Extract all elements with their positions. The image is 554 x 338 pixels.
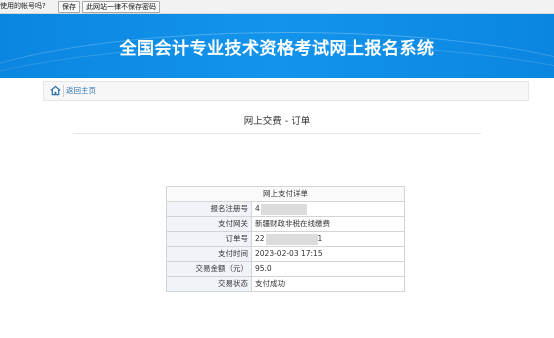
payment-gateway-value: 新疆财政非税在线缴费 bbox=[251, 216, 405, 232]
breadcrumb: 返回主页 bbox=[43, 81, 529, 101]
order-number-label: 订单号 bbox=[166, 231, 252, 247]
order-number-value: 22 1 bbox=[251, 231, 405, 247]
registration-number-value: 4 bbox=[251, 201, 405, 217]
never-save-password-button[interactable]: 此网站一律不保存密码 bbox=[82, 1, 160, 13]
amount-value: 95.0 bbox=[251, 261, 405, 277]
table-caption: 网上支付详单 bbox=[166, 186, 405, 202]
table-row: 支付时间 2023-02-03 17:15 bbox=[166, 246, 405, 262]
table-row: 报名注册号 4 bbox=[166, 201, 405, 217]
redaction-mask bbox=[265, 233, 318, 245]
site-title: 全国会计专业技术资格考试网上报名系统 bbox=[119, 39, 435, 59]
password-bar-message: 使用的帐号吗? bbox=[0, 2, 46, 10]
order-number-text: 22 bbox=[255, 234, 265, 243]
table-row: 交易金额（元） 95.0 bbox=[166, 261, 405, 277]
payment-detail-table: 网上支付详单 报名注册号 4 支付网关 新疆财政非税在线缴费 订单号 22 1 支… bbox=[166, 186, 405, 292]
payment-gateway-label: 支付网关 bbox=[166, 216, 252, 232]
back-home-link[interactable]: 返回主页 bbox=[66, 85, 96, 97]
payment-time-label: 支付时间 bbox=[166, 246, 252, 262]
amount-label: 交易金额（元） bbox=[166, 261, 252, 277]
table-row: 订单号 22 1 bbox=[166, 231, 405, 247]
redaction-mask bbox=[260, 203, 307, 215]
password-save-bar: 使用的帐号吗? 保存 此网站一律不保存密码 bbox=[0, 0, 554, 14]
transaction-status-value: 支付成功 bbox=[251, 276, 405, 292]
page-title: 网上交费 - 订单 bbox=[243, 116, 311, 127]
title-divider bbox=[73, 133, 481, 134]
registration-number-text: 4 bbox=[255, 204, 260, 213]
transaction-status-label: 交易状态 bbox=[166, 276, 252, 292]
table-row: 支付网关 新疆财政非税在线缴费 bbox=[166, 216, 405, 232]
order-number-suffix: 1 bbox=[317, 234, 323, 243]
registration-number-label: 报名注册号 bbox=[166, 201, 252, 217]
save-password-button[interactable]: 保存 bbox=[58, 1, 80, 13]
table-caption-row: 网上支付详单 bbox=[166, 186, 405, 202]
payment-time-value: 2023-02-03 17:15 bbox=[251, 246, 405, 262]
breadcrumb-divider bbox=[63, 85, 64, 97]
site-banner: 全国会计专业技术资格考试网上报名系统 bbox=[0, 14, 554, 78]
table-row: 交易状态 支付成功 bbox=[166, 276, 405, 292]
home-icon[interactable] bbox=[50, 85, 61, 96]
